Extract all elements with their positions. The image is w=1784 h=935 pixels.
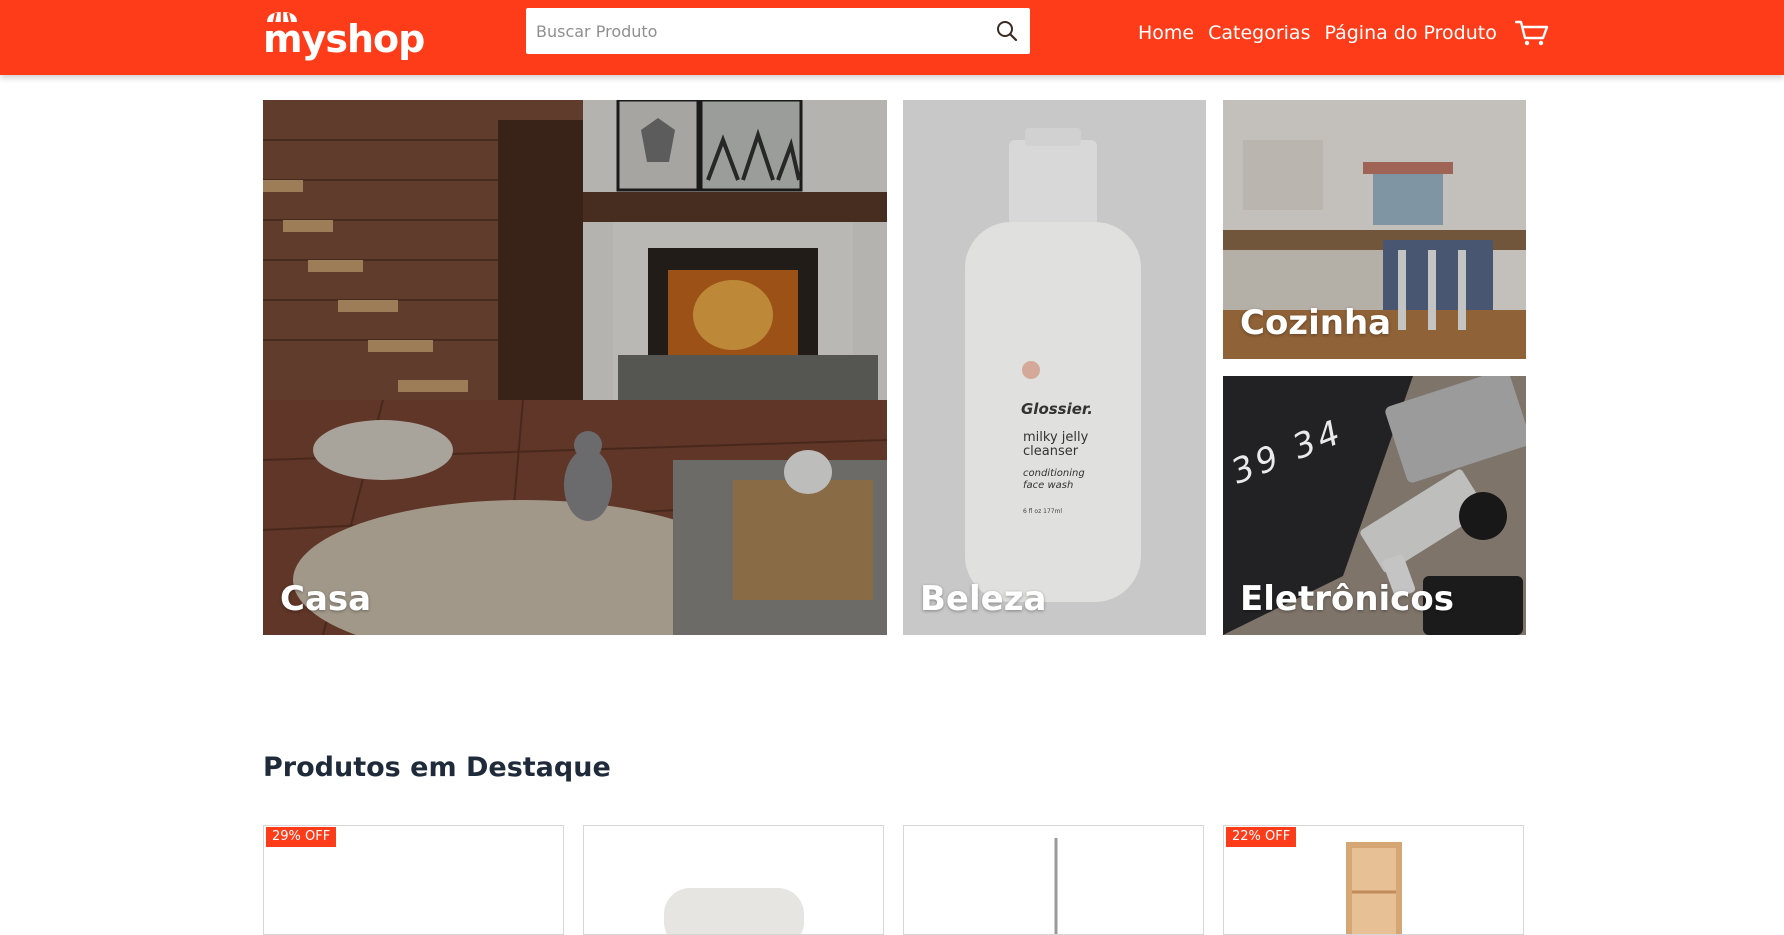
product-image — [664, 888, 804, 934]
logo[interactable]: myshop — [263, 8, 425, 58]
nav-home[interactable]: Home — [1138, 22, 1194, 44]
category-tile-casa[interactable]: Casa — [263, 100, 887, 635]
product-card[interactable]: 29% OFF — [263, 825, 564, 935]
awning-icon — [267, 12, 297, 23]
main-nav: Home Categorias Página do Produto — [1138, 18, 1549, 48]
category-tile-beleza[interactable]: Glossier. milky jelly cleanser condition… — [903, 100, 1206, 635]
product-label-line4: face wash — [1023, 480, 1074, 491]
search-input[interactable] — [526, 8, 976, 54]
product-label-line3: conditioning — [1023, 468, 1085, 479]
nav-pagina-do-produto[interactable]: Página do Produto — [1324, 22, 1496, 44]
search-icon — [997, 21, 1018, 42]
category-tile-eletronicos[interactable]: 39 34 Eletrônicos — [1223, 376, 1526, 635]
product-card[interactable]: 22% OFF — [1223, 825, 1524, 935]
product-card[interactable] — [903, 825, 1204, 935]
cart-icon — [1514, 20, 1549, 46]
cart-button[interactable] — [1514, 19, 1549, 47]
product-label-line2: cleanser — [1023, 444, 1079, 459]
nav-categorias[interactable]: Categorias — [1208, 22, 1310, 44]
product-label-line1: milky jelly — [1023, 430, 1089, 445]
category-label: Beleza — [920, 579, 1047, 619]
category-label: Eletrônicos — [1240, 579, 1454, 619]
section-title-featured: Produtos em Destaque — [263, 752, 611, 783]
category-label: Casa — [280, 579, 372, 619]
category-tile-cozinha[interactable]: Cozinha — [1223, 100, 1526, 359]
product-image — [1054, 838, 1058, 934]
product-label-brand: Glossier. — [1021, 400, 1093, 418]
search-box — [526, 8, 1030, 54]
top-bar: myshop Home Categorias Página do Produto — [0, 0, 1784, 75]
discount-badge: 29% OFF — [266, 827, 337, 847]
casa-image — [263, 100, 887, 635]
product-label-size: 6 fl oz 177ml — [1023, 508, 1063, 515]
beleza-image — [903, 100, 1206, 635]
product-image — [1346, 842, 1402, 934]
category-label: Cozinha — [1240, 303, 1392, 343]
search-button[interactable] — [992, 16, 1022, 46]
product-card[interactable] — [583, 825, 884, 935]
